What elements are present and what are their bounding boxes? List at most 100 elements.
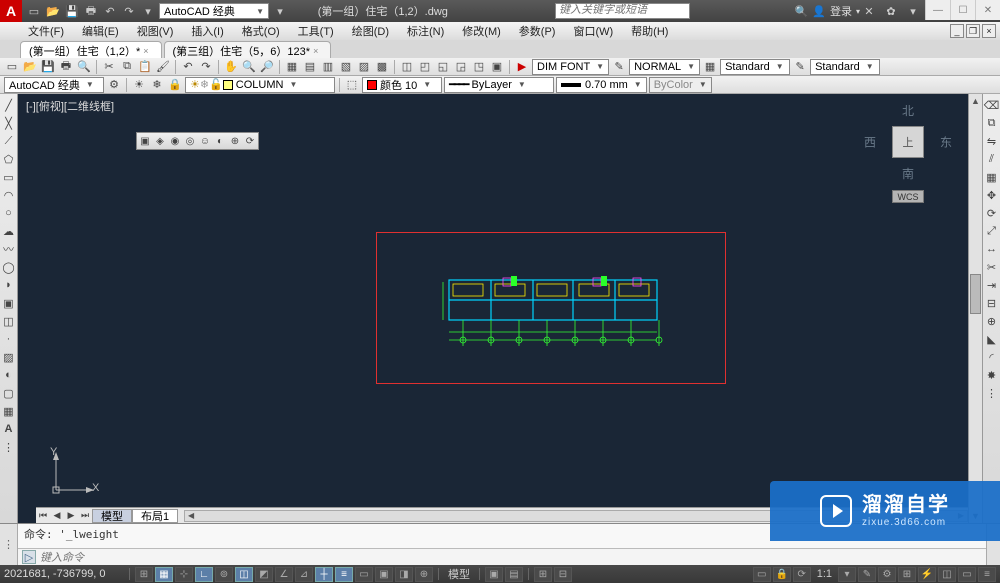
sb-lock-icon[interactable]: 🔒 [773,567,791,582]
sb-scale[interactable]: 1:1 [813,568,836,580]
offset-icon[interactable]: ⫽ [985,152,999,166]
pline-icon[interactable]: ⟋ [2,134,16,148]
menu-view[interactable]: 视图(V) [133,23,178,39]
menu-window[interactable]: 窗口(W) [569,23,617,39]
app-logo[interactable]: A [0,0,22,22]
qat-dd-icon[interactable]: ▾ [272,3,288,19]
menu-file[interactable]: 文件(F) [24,23,68,39]
doc-tab-2[interactable]: (第三组）住宅（5，6）123* × [164,41,332,58]
undo-icon[interactable]: ↶ [180,59,196,75]
viewcube[interactable]: 北 南 东 西 上 WCS [868,102,948,182]
sb-dyn-icon[interactable]: ┼ [315,567,333,582]
mdi-restore-button[interactable]: ❐ [966,24,980,38]
sb-snap-icon[interactable]: ▦ [155,567,173,582]
break-icon[interactable]: ⊟ [985,296,999,310]
color-dropdown[interactable]: 颜色 10▼ [362,77,442,93]
calc-icon[interactable]: ▩ [374,59,390,75]
tool-icon[interactable]: ▥ [320,59,336,75]
block3-icon[interactable]: ◱ [435,59,451,75]
tab-next-icon[interactable]: ▶ [64,509,78,523]
xline-icon[interactable]: ╳ [2,116,16,130]
v-scrollbar[interactable]: ▲ ▼ [968,94,982,523]
help-search[interactable] [555,3,690,19]
close-button[interactable]: ✕ [975,0,1000,20]
circle-icon[interactable]: ○ [2,206,16,220]
zoom2-icon[interactable]: 🔎 [259,59,275,75]
sb-scale-dd-icon[interactable]: ▾ [838,567,856,582]
point-icon[interactable]: · [2,332,16,346]
vt4-icon[interactable]: ◎ [183,134,197,148]
stretch-icon[interactable]: ↔ [985,242,999,256]
block2-icon[interactable]: ◰ [417,59,433,75]
copy-icon[interactable]: ⧉ [119,59,135,75]
layer-icon[interactable]: ☀ [131,77,147,93]
table-icon[interactable]: ▦ [2,404,16,418]
sb-gear-icon[interactable]: ⚙ [878,567,896,582]
menu-dimension[interactable]: 标注(N) [403,23,448,39]
mtext-icon[interactable]: A [2,422,16,436]
sb-space[interactable]: 模型 [444,566,474,582]
drawing-canvas[interactable]: [-][俯视][二维线框] ▣ ◈ ◉ ◎ ☺ ◐ ⊕ ⟳ 北 南 东 西 上 … [18,94,1000,523]
sb-custom-icon[interactable]: ≡ [978,567,996,582]
menu-draw[interactable]: 绘图(D) [348,23,393,39]
ellipsearc-icon[interactable]: ◗ [2,278,16,292]
qat-redo-icon[interactable]: ↷ [121,3,137,19]
sb-tpy-icon[interactable]: ▭ [355,567,373,582]
sb-iso-icon[interactable]: ◫ [938,567,956,582]
bylayer-icon[interactable]: ⬚ [344,77,360,93]
prop-icon[interactable]: ▦ [284,59,300,75]
redo-icon[interactable]: ↷ [198,59,214,75]
save-icon[interactable]: 💾 [40,59,56,75]
vc-north[interactable]: 北 [902,102,914,119]
vt8-icon[interactable]: ⟳ [243,134,257,148]
open-icon[interactable]: 📂 [22,59,38,75]
qat-print-icon[interactable]: 🖶 [83,3,99,19]
maximize-button[interactable]: ☐ [950,0,975,20]
new-icon[interactable]: ▭ [4,59,20,75]
sb-s1-icon[interactable]: ▣ [485,567,503,582]
zoom-icon[interactable]: 🔍 [241,59,257,75]
ml-icon[interactable]: ✎ [611,59,627,75]
sb-ortho-icon[interactable]: ∟ [195,567,213,582]
qat-new-icon[interactable]: ▭ [26,3,42,19]
menu-help[interactable]: 帮助(H) [627,23,672,39]
chamfer-icon[interactable]: ◣ [985,332,999,346]
trim-icon[interactable]: ✂ [985,260,999,274]
sb-osnap-icon[interactable]: ◫ [235,567,253,582]
mdi-minimize-button[interactable]: _ [950,24,964,38]
hatch-icon[interactable]: ▨ [2,350,16,364]
sb-clean-icon[interactable]: ▭ [958,567,976,582]
scroll-thumb[interactable] [970,274,981,314]
ucs-icon[interactable]: Y X [48,448,98,501]
textstyle-dropdown[interactable]: Standard▼ [810,59,880,75]
cmd-grip-icon[interactable]: ⋮ [0,524,18,565]
sb-polar-icon[interactable]: ⊚ [215,567,233,582]
block6-icon[interactable]: ▣ [489,59,505,75]
workspace-dropdown[interactable]: AutoCAD 经典 ▼ [159,3,269,19]
close-icon[interactable]: × [313,46,318,56]
command-input[interactable] [40,551,982,564]
block-icon[interactable]: ◫ [399,59,415,75]
extend-icon[interactable]: ⇥ [985,278,999,292]
plot-icon[interactable]: 🖶 [58,59,74,75]
sb-ducs-icon[interactable]: ⊿ [295,567,313,582]
layer3-icon[interactable]: 🔒 [167,77,183,93]
sb-infer-icon[interactable]: ⊞ [135,567,153,582]
sb-quick-icon[interactable]: ⊟ [554,567,572,582]
plotstyle-dropdown[interactable]: ByColor▼ [649,77,712,93]
revcloud-icon[interactable]: ☁ [2,224,16,238]
move-icon[interactable]: ✥ [985,188,999,202]
layer2-icon[interactable]: ❄ [149,77,165,93]
qat-more-icon[interactable]: ▾ [140,3,156,19]
sb-s2-icon[interactable]: ▤ [505,567,523,582]
search-glass-icon[interactable]: 🔍 [795,5,809,18]
tab-model[interactable]: 模型 [92,509,132,523]
chevron-down-icon[interactable]: ▾ [905,3,921,19]
block4-icon[interactable]: ◲ [453,59,469,75]
region-icon[interactable]: ▢ [2,386,16,400]
menu-modify[interactable]: 修改(M) [458,23,505,39]
more2-icon[interactable]: ⋮ [985,386,999,400]
floating-view-toolbar[interactable]: ▣ ◈ ◉ ◎ ☺ ◐ ⊕ ⟳ [136,132,259,150]
menu-insert[interactable]: 插入(I) [187,23,227,39]
tablestyle-dropdown[interactable]: Standard▼ [720,59,790,75]
